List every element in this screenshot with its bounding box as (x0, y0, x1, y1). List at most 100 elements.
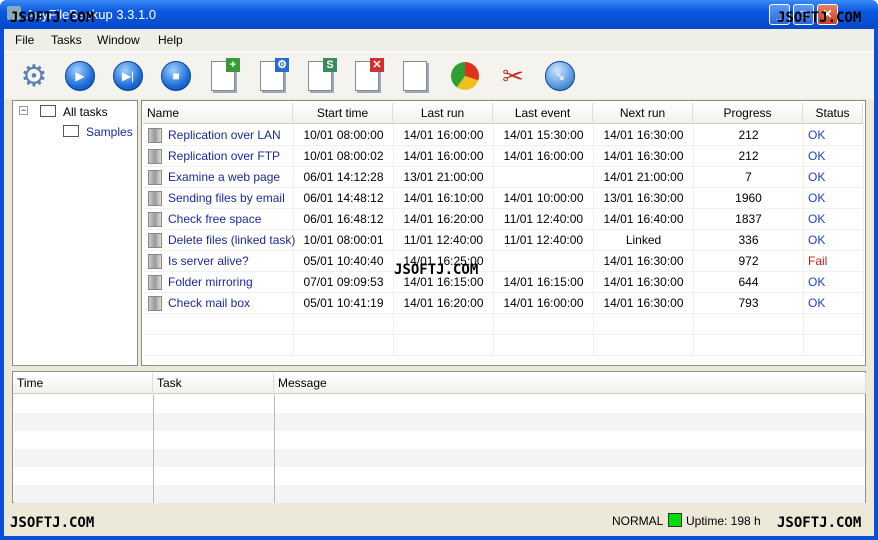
menu-tasks[interactable]: Tasks (51, 33, 82, 47)
task-row[interactable]: Examine a web page 06/01 14:12:28 13/01 21… (144, 167, 864, 188)
cell-last-event: 14/01 16:00:00 (494, 293, 594, 314)
cell-start-time: 10/01 08:00:00 (294, 125, 394, 146)
cell-start-time: 07/01 09:09:53 (294, 272, 394, 293)
new-task-icon: + (211, 58, 240, 91)
menu-window[interactable]: Window (97, 33, 140, 47)
task-name[interactable]: Is server alive? (168, 254, 249, 268)
task-name[interactable]: Replication over LAN (168, 128, 281, 142)
cell-start-time: 06/01 14:48:12 (294, 188, 394, 209)
tree-item-samples[interactable]: Samples (86, 125, 133, 139)
tree-item-all-tasks[interactable]: All tasks (63, 105, 108, 119)
task-name[interactable]: Examine a web page (168, 170, 280, 184)
cell-status: Fail (804, 251, 864, 272)
delete-task-icon: ✕ (355, 58, 384, 91)
task-name[interactable]: Delete files (linked task) (168, 233, 295, 247)
cell-next-run: Linked (594, 230, 694, 251)
uptime-label: Uptime: 198 h (686, 514, 761, 528)
cell-next-run (594, 335, 694, 356)
header-name[interactable]: Name (143, 103, 293, 124)
task-name[interactable]: Replication over FTP (168, 149, 280, 163)
menu-file[interactable]: File (15, 33, 34, 47)
task-row[interactable]: Replication over LAN 10/01 08:00:00 14/01 … (144, 125, 864, 146)
cell-next-run: 14/01 16:30:00 (594, 293, 694, 314)
log-header-task[interactable]: Task (153, 373, 274, 394)
log-header-time[interactable]: Time (13, 373, 153, 394)
exit-icon: ↘ (545, 61, 575, 91)
cell-status: OK (804, 209, 864, 230)
folder-sync-icon (148, 191, 162, 207)
log-row (14, 485, 865, 503)
cell-status (804, 314, 864, 335)
task-row[interactable]: Check mail box 05/01 10:41:19 14/01 16:20:… (144, 293, 864, 314)
watermark: JSOFTJ.COM (10, 10, 95, 26)
header-last-event[interactable]: Last event (493, 103, 593, 124)
cell-name: Delete files (linked task) (144, 230, 295, 251)
task-row[interactable]: Delete files (linked task) 10/01 08:00:01… (144, 230, 864, 251)
task-row[interactable]: Sending files by email 06/01 14:48:12 14/0… (144, 188, 864, 209)
cell-start-time: 05/01 10:41:19 (294, 293, 394, 314)
cell-start-time: 06/01 16:48:12 (294, 209, 394, 230)
cell-name: Check mail box (144, 293, 294, 314)
empty-row (144, 314, 864, 335)
copy-task-button[interactable]: S (302, 58, 338, 94)
cell-progress (694, 335, 804, 356)
calendar-icon (63, 125, 79, 137)
client-area: File Tasks Window Help ⚙ ▶ ▶| ■ + ⚙ S ✕ … (4, 29, 874, 536)
cell-next-run: 14/01 16:30:00 (594, 146, 694, 167)
task-row[interactable]: Replication over FTP 10/01 08:00:02 14/01 … (144, 146, 864, 167)
settings-button[interactable]: ⚙ (16, 58, 52, 94)
run-button[interactable]: ▶ (62, 58, 98, 94)
task-row[interactable]: Is server alive? 05/01 10:40:40 14/01 16:2… (144, 251, 864, 272)
ping-icon (148, 254, 162, 270)
task-properties-button[interactable]: ⚙ (254, 58, 290, 94)
exit-button[interactable]: ↘ (542, 58, 578, 94)
task-name[interactable]: Check free space (168, 212, 261, 226)
header-start-time[interactable]: Start time (293, 103, 393, 124)
watermark: JSOFTJ.COM (394, 262, 479, 278)
cell-name: Check free space (144, 209, 294, 230)
delete-task-button[interactable]: ✕ (349, 58, 385, 94)
cell-progress: 336 (694, 230, 804, 251)
cell-next-run: 13/01 16:30:00 (594, 188, 694, 209)
statistics-button[interactable] (447, 58, 483, 94)
cell-next-run: 14/01 21:00:00 (594, 167, 694, 188)
cell-progress: 1837 (694, 209, 804, 230)
header-next-run[interactable]: Next run (593, 103, 693, 124)
cell-status: OK (804, 167, 864, 188)
task-row[interactable]: Check free space 06/01 16:48:12 14/01 16:2… (144, 209, 864, 230)
calendar-icon (40, 105, 56, 117)
run-next-button[interactable]: ▶| (110, 58, 146, 94)
stop-icon: ■ (161, 61, 191, 91)
menu-help[interactable]: Help (158, 33, 183, 47)
web-icon (148, 170, 162, 186)
title-bar: AnyFileBackup 3.3.1.0 _ □ ✕ (0, 0, 878, 29)
folder-sync-icon (148, 128, 162, 144)
cell-progress: 644 (694, 272, 804, 293)
task-name[interactable]: Folder mirroring (168, 275, 253, 289)
column-divider (274, 431, 275, 449)
settings-icon: ⚙ (20, 59, 48, 93)
cell-progress: 212 (694, 125, 804, 146)
cell-next-run: 14/01 16:30:00 (594, 125, 694, 146)
log-header-message[interactable]: Message (274, 373, 866, 394)
header-last-run[interactable]: Last run (393, 103, 493, 124)
cell-last-run: 14/01 16:20:00 (394, 209, 494, 230)
task-log-button[interactable] (397, 58, 433, 94)
column-divider (274, 485, 275, 503)
column-divider (274, 467, 275, 485)
task-name[interactable]: Sending files by email (168, 191, 285, 205)
header-progress[interactable]: Progress (693, 103, 803, 124)
collapse-toggle[interactable]: − (19, 106, 28, 115)
tools-button[interactable]: ✂ (495, 58, 531, 94)
task-row[interactable]: Folder mirroring 07/01 09:09:53 14/01 16:1… (144, 272, 864, 293)
task-properties-icon: ⚙ (260, 58, 289, 91)
header-status[interactable]: Status (803, 103, 863, 124)
run-next-icon: ▶| (113, 61, 143, 91)
new-task-button[interactable]: + (205, 58, 241, 94)
stop-button[interactable]: ■ (158, 58, 194, 94)
empty-row (144, 335, 864, 356)
log-row (14, 431, 865, 449)
cell-last-event: 14/01 10:00:00 (494, 188, 594, 209)
task-name[interactable]: Check mail box (168, 296, 250, 310)
status-indicator (668, 513, 682, 527)
